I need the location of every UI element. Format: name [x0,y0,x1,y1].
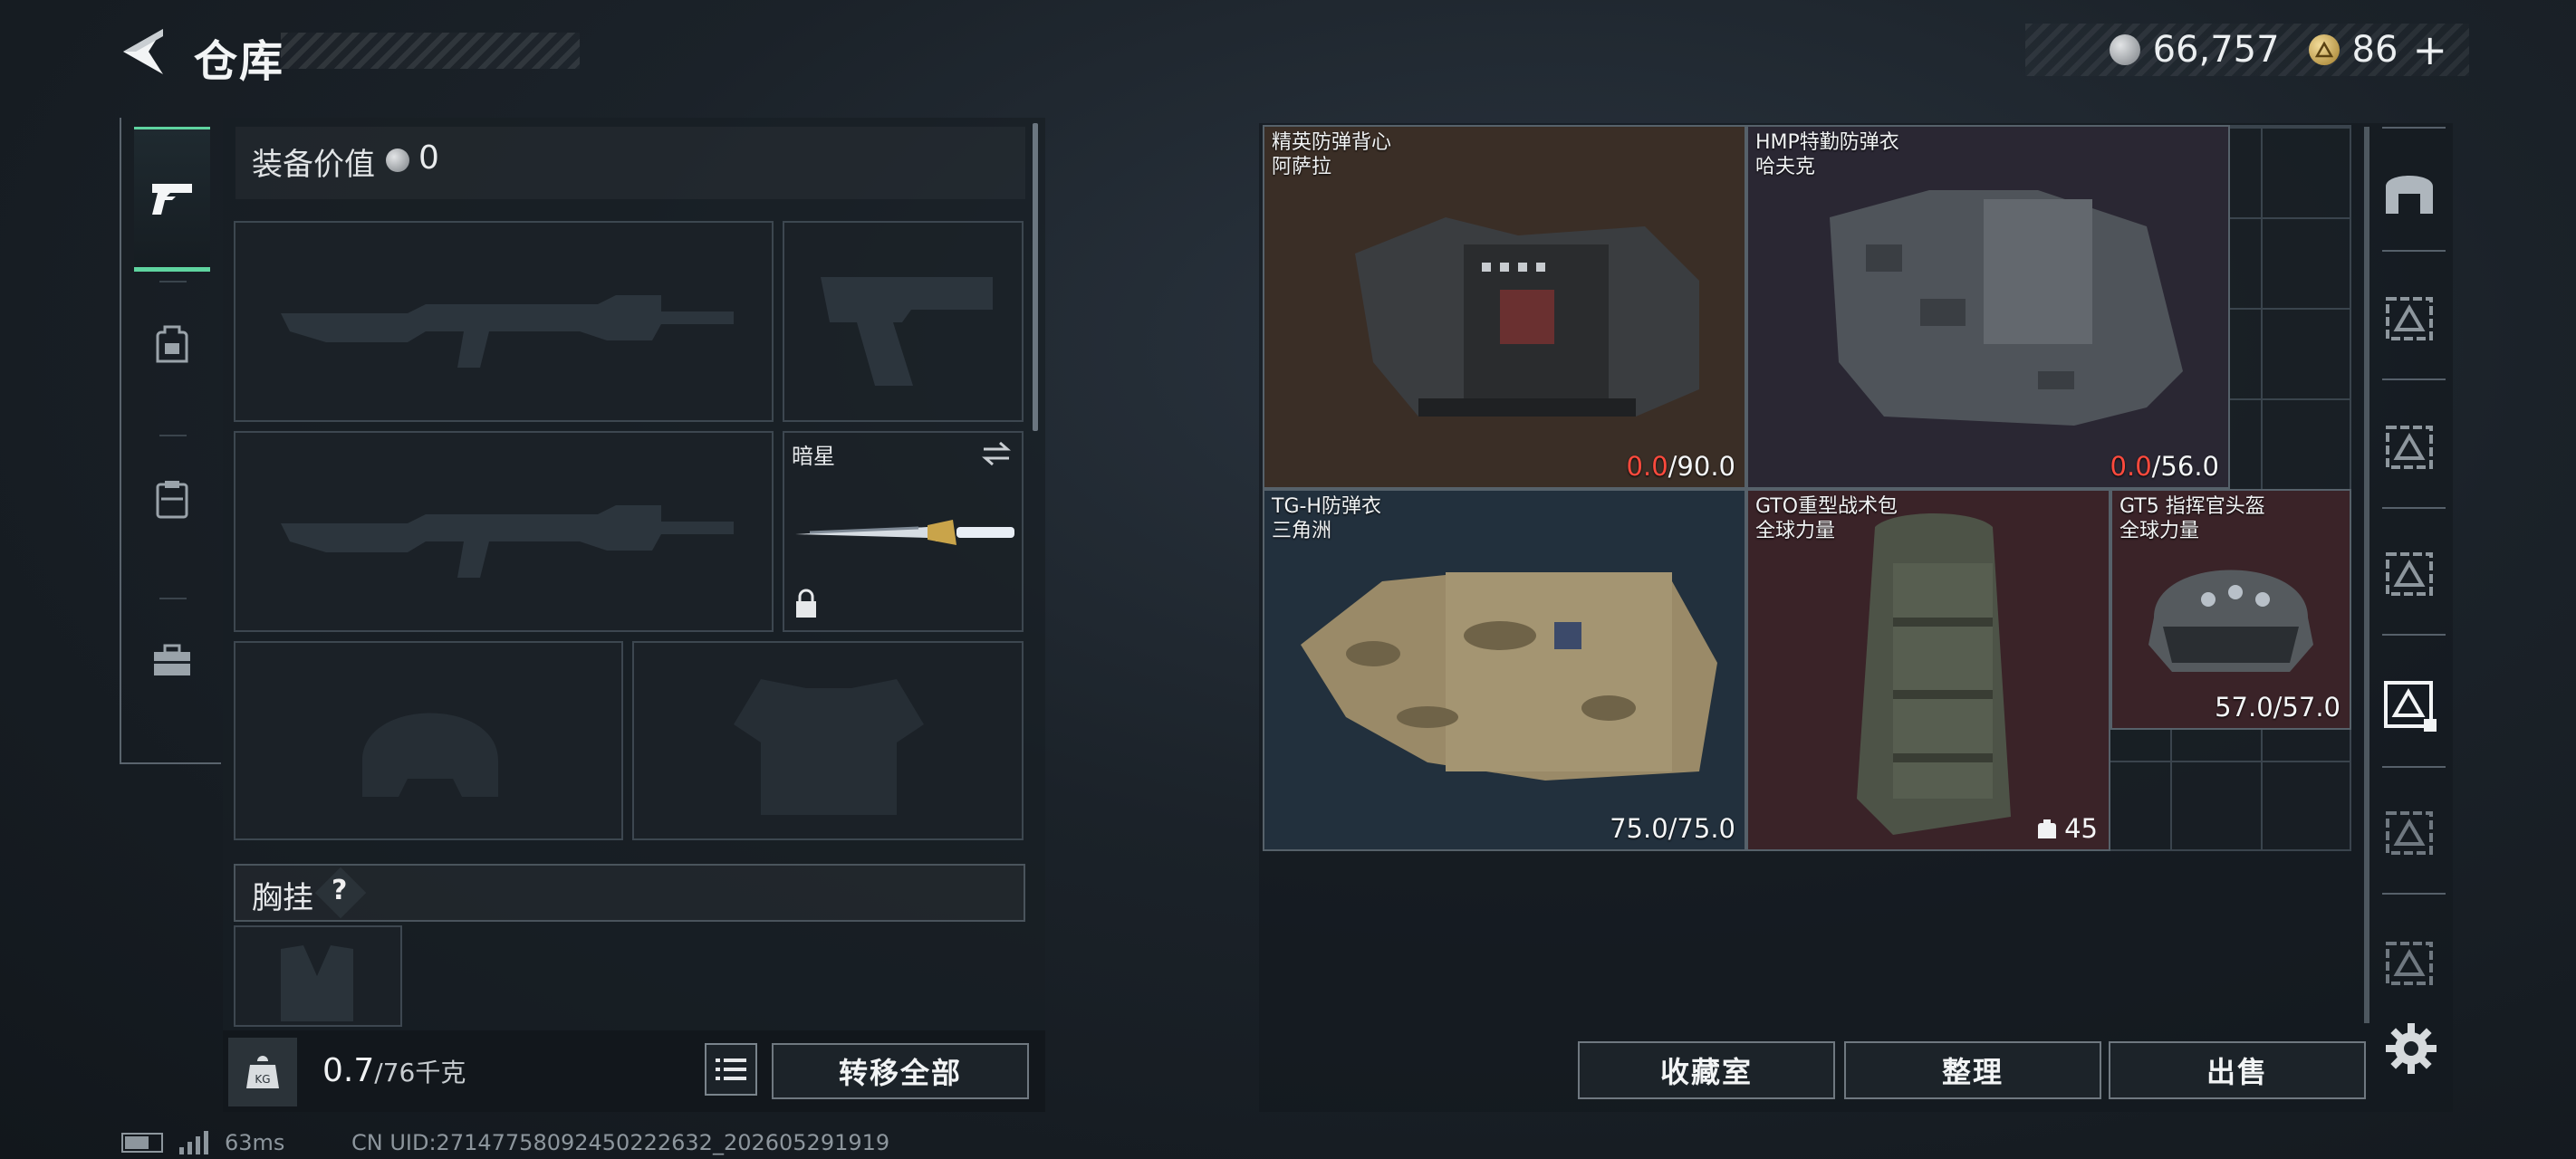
item-durability: 57.0/57.0 [2215,692,2341,723]
rail-item-container-5[interactable] [2380,933,2438,991]
status-bar: 63ms [121,1130,284,1155]
backpack-image [1857,513,2011,835]
item-durability: 75.0/75.0 [1610,813,1735,844]
pistol-icon [152,184,192,215]
container-icon [2386,297,2433,340]
stash-item-hmp-vest[interactable]: HMP特勤防弹衣 哈夫克 0.0/56.0 [1746,125,2230,489]
item-capacity: 45 [2037,813,2098,844]
toolbox-icon [154,644,190,675]
secondary-weapon-slot[interactable] [234,431,774,632]
melee-slot[interactable]: 暗星 [783,431,1024,632]
page-title: 仓库 [194,36,285,87]
weight-readout: 0.7/76千克 [322,1052,466,1089]
container-icon [2386,552,2433,596]
backpack-icon [156,325,188,363]
weight-current: 0.7 [322,1052,375,1089]
back-arrow-icon [123,29,163,74]
container-icon [2386,811,2433,855]
storage-icon [2386,176,2433,214]
ping: 63ms [225,1130,285,1155]
add-currency-button[interactable]: + [2412,25,2447,74]
equipment-value-label: 装备价值 [252,147,375,183]
settings-button[interactable] [2382,1020,2440,1078]
rail-item-container-4[interactable] [2380,802,2438,860]
armor-silhouette-icon [734,679,924,815]
equipment-category-nav [120,118,221,764]
helmet-slot[interactable] [234,641,623,840]
silver-coin-icon [2109,34,2140,65]
swap-icon[interactable] [980,440,1013,471]
stash-item-elite-vest[interactable]: 精英防弹背心 阿萨拉 0.0/90.0 [1263,125,1746,489]
gold-coin-icon [2308,34,2340,65]
nav-weapons[interactable] [134,127,210,272]
silver-coin-icon [386,148,409,172]
pistol-slot[interactable] [783,221,1024,422]
battery-icon [121,1133,163,1153]
list-view-button[interactable] [705,1043,757,1096]
nav-toolbox[interactable] [134,607,210,715]
currency-bar: 66,757 86 + [2025,24,2469,76]
chest-rig-label: 胸挂 [252,880,313,916]
rail-item-container-3[interactable] [2380,543,2438,601]
svg-text:KG: KG [255,1073,270,1086]
item-name: HMP特勤防弹衣 哈夫克 [1755,131,1899,178]
item-name: GT5 指挥官头盔 全球力量 [2119,495,2265,542]
vest-image [1830,190,2183,426]
rifle-silhouette-icon [281,505,734,578]
nav-backpack[interactable] [134,290,210,398]
helmet-image [2148,570,2313,672]
rail-item-container-active[interactable] [2380,675,2438,733]
user-uid: CN UID:27147758092450222632_202605291919 [351,1130,890,1155]
list-icon [716,1058,746,1080]
item-name: GTO重型战术包 全球力量 [1755,495,1898,542]
item-name: TG-H防弹衣 三角洲 [1272,495,1381,542]
stash-item-gt5-helmet[interactable]: GT5 指挥官头盔 全球力量 57.0/57.0 [2110,489,2351,730]
item-durability: 0.0/90.0 [1626,451,1735,482]
item-durability: 0.0/56.0 [2110,451,2219,482]
weight-max: /76千克 [374,1058,466,1087]
collection-room-button[interactable]: 收藏室 [1578,1041,1835,1099]
helmet-silhouette-icon [362,713,498,797]
rail-item-container-1[interactable] [2380,288,2438,346]
stash-scrollbar[interactable] [2364,127,2369,1023]
gold-amount: 86 [2351,29,2398,71]
stash-item-tgh-vest[interactable]: TG-H防弹衣 三角洲 75.0/75.0 [1263,489,1746,851]
silver-amount: 66,757 [2152,29,2280,71]
vest-image [1301,572,1717,781]
container-icon [2386,942,2433,985]
backpack-capacity-icon [2038,819,2057,838]
transfer-all-button[interactable]: 转移全部 [772,1043,1029,1099]
back-button[interactable] [118,27,167,76]
container-icon [2384,681,2437,732]
primary-weapon-slot[interactable] [234,221,774,422]
lock-icon [793,589,819,623]
nav-chest-rig[interactable] [134,445,210,554]
stash-item-gto-backpack[interactable]: GTO重型战术包 全球力量 45 [1746,489,2110,851]
rail-item-storage[interactable] [2380,161,2438,219]
equipment-value: 0 [418,139,439,177]
vest-image [1355,217,1699,417]
pistol-silhouette-icon [821,277,993,386]
equipment-scrollbar[interactable] [1033,123,1038,431]
chest-rig-icon [156,481,188,519]
help-icon[interactable]: ? [332,875,347,906]
chest-rig-silhouette-icon [281,945,353,1021]
rifle-silhouette-icon [281,295,734,368]
signal-icon [179,1131,208,1154]
sort-button[interactable]: 整理 [1844,1041,2101,1099]
sell-button[interactable]: 出售 [2109,1041,2366,1099]
chest-rig-slot[interactable] [234,925,402,1027]
armor-slot[interactable] [632,641,1024,840]
weight-icon: KG [228,1038,297,1106]
knife-icon [795,520,1014,545]
item-name: 精英防弹背心 阿萨拉 [1272,131,1392,178]
container-icon [2386,426,2433,469]
gear-icon [2386,1023,2437,1074]
title-decoration [281,33,580,69]
rail-item-container-2[interactable] [2380,417,2438,474]
melee-name: 暗星 [792,444,835,469]
